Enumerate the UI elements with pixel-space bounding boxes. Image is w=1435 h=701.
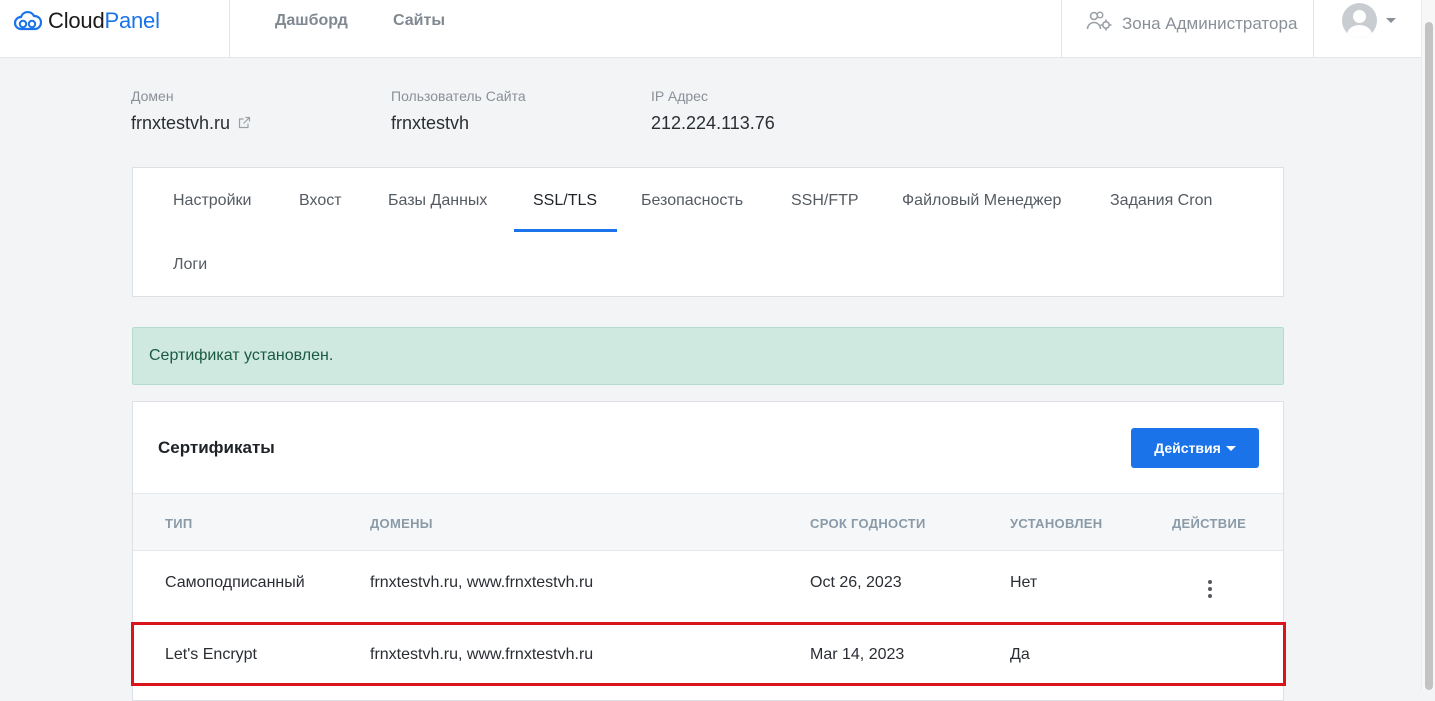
cell-domains: frnxtestvh.ru, www.frnxtestvh.ru bbox=[370, 646, 594, 663]
success-alert: Сертификат установлен. bbox=[132, 327, 1284, 385]
certificates-title: Сертификаты bbox=[158, 438, 275, 457]
tab-logs[interactable]: Логи bbox=[173, 256, 207, 274]
certificates-card: Сертификаты Действия ТИП ДОМЕНЫ СРОК ГОД… bbox=[132, 401, 1284, 701]
ip-label: IP Адрес bbox=[651, 88, 708, 104]
table-row: Let's Encrypt frnxtestvh.ru, www.frnxtes… bbox=[133, 624, 1283, 696]
tab-databases[interactable]: Базы Данных bbox=[388, 192, 487, 210]
tab-file-manager[interactable]: Файловый Менеджер bbox=[902, 192, 1061, 210]
column-expiry: СРОК ГОДНОСТИ bbox=[810, 516, 926, 531]
cloud-icon bbox=[14, 9, 42, 33]
admin-zone-label: Зона Администратора bbox=[1122, 13, 1298, 33]
active-tab-indicator bbox=[514, 229, 617, 232]
table-row: Самоподписанный frnxtestvh.ru, www.frnxt… bbox=[133, 552, 1283, 624]
domain-value[interactable]: frnxtestvh.ru bbox=[131, 113, 230, 134]
column-action: ДЕЙСТВИЕ bbox=[1172, 516, 1247, 531]
site-tabs: Настройки Вхост Базы Данных SSL/TLS Безо… bbox=[132, 167, 1284, 297]
tab-security[interactable]: Безопасность bbox=[641, 192, 743, 210]
cell-expiry: Oct 26, 2023 bbox=[810, 574, 902, 591]
actions-button[interactable]: Действия bbox=[1131, 428, 1259, 468]
cell-type: Let's Encrypt bbox=[165, 646, 257, 663]
tab-settings[interactable]: Настройки bbox=[173, 192, 251, 210]
brand-name: CloudPanel bbox=[48, 8, 160, 33]
meta-domain: Домен frnxtestvh.ru bbox=[131, 88, 251, 134]
cell-installed: Да bbox=[1010, 646, 1030, 663]
nav-sites[interactable]: Сайты bbox=[393, 12, 445, 30]
more-vertical-icon[interactable] bbox=[1207, 580, 1213, 598]
tab-vhost[interactable]: Вхост bbox=[299, 192, 342, 210]
scrollbar-thumb[interactable] bbox=[1425, 22, 1433, 690]
tab-cron[interactable]: Задания Cron bbox=[1110, 192, 1212, 210]
brand-logo[interactable]: CloudPanel bbox=[14, 6, 160, 36]
admin-zone-link[interactable]: Зона Администратора bbox=[1086, 10, 1297, 37]
nav-dashboard[interactable]: Дашборд bbox=[275, 12, 348, 30]
site-user-label: Пользователь Сайта bbox=[391, 88, 526, 104]
meta-ip: IP Адрес 212.224.113.76 bbox=[651, 88, 775, 134]
scrollbar[interactable] bbox=[1421, 0, 1435, 690]
cell-domains: frnxtestvh.ru, www.frnxtestvh.ru bbox=[370, 574, 594, 591]
users-gear-icon bbox=[1086, 10, 1113, 37]
avatar bbox=[1342, 3, 1377, 38]
divider bbox=[1313, 0, 1314, 58]
cell-expiry: Mar 14, 2023 bbox=[810, 646, 905, 663]
cell-installed: Нет bbox=[1010, 574, 1038, 591]
chevron-down-icon bbox=[1225, 445, 1236, 451]
divider bbox=[229, 0, 230, 58]
actions-label: Действия bbox=[1154, 440, 1221, 456]
tab-ssh-ftp[interactable]: SSH/FTP bbox=[791, 192, 859, 210]
meta-user: Пользователь Сайта frnxtestvh bbox=[391, 88, 526, 134]
site-user-value: frnxtestvh bbox=[391, 113, 470, 133]
top-navbar: CloudPanel Дашборд Сайты Зона Администра… bbox=[0, 0, 1421, 58]
chevron-down-icon bbox=[1386, 18, 1396, 23]
ip-value: 212.224.113.76 bbox=[651, 113, 775, 133]
column-installed: УСТАНОВЛЕН bbox=[1010, 516, 1103, 531]
column-type: ТИП bbox=[165, 516, 193, 531]
table-header: ТИП ДОМЕНЫ СРОК ГОДНОСТИ УСТАНОВЛЕН ДЕЙС… bbox=[133, 493, 1283, 551]
domain-label: Домен bbox=[131, 88, 174, 104]
user-menu[interactable] bbox=[1342, 3, 1396, 38]
external-link-icon[interactable] bbox=[238, 113, 251, 134]
tab-ssl-tls[interactable]: SSL/TLS bbox=[533, 192, 597, 210]
cell-type: Самоподписанный bbox=[165, 574, 305, 591]
column-domains: ДОМЕНЫ bbox=[370, 516, 433, 531]
divider bbox=[1061, 0, 1062, 58]
